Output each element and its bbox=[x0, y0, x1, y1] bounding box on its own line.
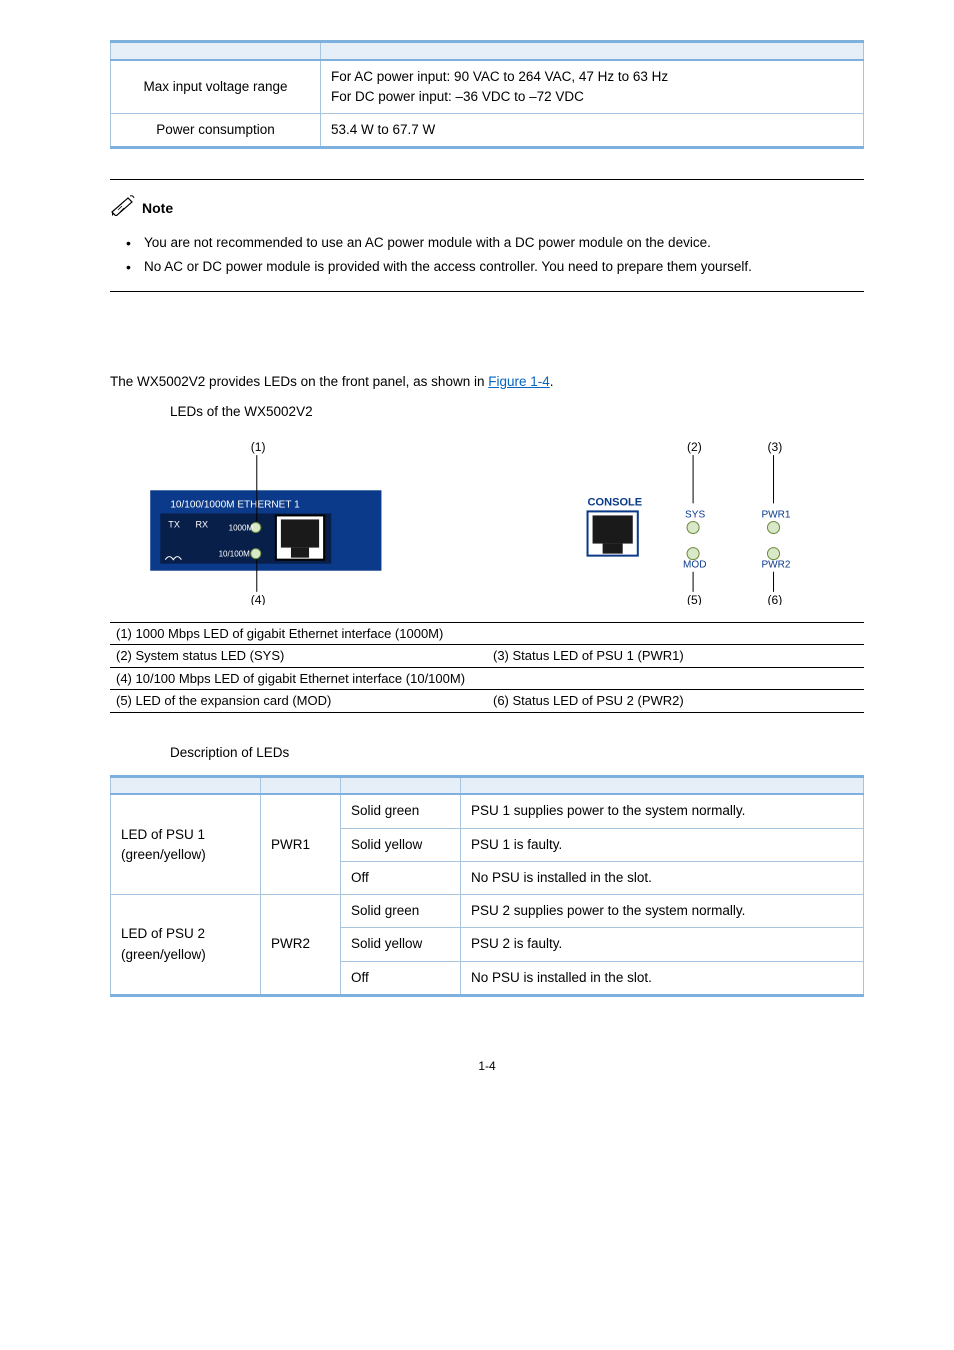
note-label: Note bbox=[142, 198, 173, 219]
spec-row1-label: Max input voltage range bbox=[111, 60, 321, 114]
led-group1-mark: PWR1 bbox=[261, 794, 341, 894]
diagram-port-label: 10/100/1000M ETHERNET 1 bbox=[170, 499, 300, 510]
spec-row2-label: Power consumption bbox=[111, 114, 321, 148]
page-number: 1-4 bbox=[110, 1057, 864, 1075]
svg-text:PWR1: PWR1 bbox=[761, 509, 790, 520]
svg-text:1000M: 1000M bbox=[229, 523, 254, 532]
svg-text:(3): (3) bbox=[767, 440, 782, 454]
svg-text:TX: TX bbox=[168, 519, 180, 529]
led-diagram: 10/100/1000M ETHERNET 1 TX RX 1000M 10/1… bbox=[110, 435, 864, 606]
svg-text:10/100M: 10/100M bbox=[219, 549, 251, 558]
figure-caption: LEDs of the WX5002V2 bbox=[170, 402, 864, 422]
spec-row2-value: 53.4 W to 67.7 W bbox=[321, 114, 864, 148]
svg-text:PWR2: PWR2 bbox=[761, 559, 790, 570]
note-bullets: You are not recommended to use an AC pow… bbox=[110, 233, 864, 278]
svg-text:MOD: MOD bbox=[683, 559, 706, 570]
svg-text:(6): (6) bbox=[767, 592, 782, 605]
note-separator-bottom bbox=[110, 291, 864, 292]
svg-text:(5): (5) bbox=[687, 592, 702, 605]
led-group2-mark: PWR2 bbox=[261, 895, 341, 996]
leds-intro: The WX5002V2 provides LEDs on the front … bbox=[110, 372, 864, 392]
led-group1-name: LED of PSU 1(green/yellow) bbox=[111, 794, 261, 894]
svg-text:(2): (2) bbox=[687, 440, 702, 454]
spec-row1-value: For AC power input: 90 VAC to 264 VAC, 4… bbox=[321, 60, 864, 114]
led-table: LED of PSU 1(green/yellow) PWR1 Solid gr… bbox=[110, 775, 864, 997]
led-table-caption: Description of LEDs bbox=[170, 743, 864, 763]
spec-table: Max input voltage range For AC power inp… bbox=[110, 40, 864, 149]
note-icon bbox=[110, 194, 136, 222]
svg-text:(4): (4) bbox=[251, 592, 266, 605]
svg-text:CONSOLE: CONSOLE bbox=[588, 496, 643, 508]
svg-text:RX: RX bbox=[195, 519, 208, 529]
led-group2-name: LED of PSU 2(green/yellow) bbox=[111, 895, 261, 996]
figure-link[interactable]: Figure 1-4 bbox=[488, 374, 550, 389]
svg-text:SYS: SYS bbox=[685, 509, 705, 520]
svg-text:(1): (1) bbox=[251, 440, 266, 454]
note-bullet-2: No AC or DC power module is provided wit… bbox=[126, 257, 864, 277]
note-separator-top bbox=[110, 179, 864, 180]
note-header: Note bbox=[110, 194, 864, 222]
note-bullet-1: You are not recommended to use an AC pow… bbox=[126, 233, 864, 253]
callout-table: (1) 1000 Mbps LED of gigabit Ethernet in… bbox=[110, 622, 864, 713]
